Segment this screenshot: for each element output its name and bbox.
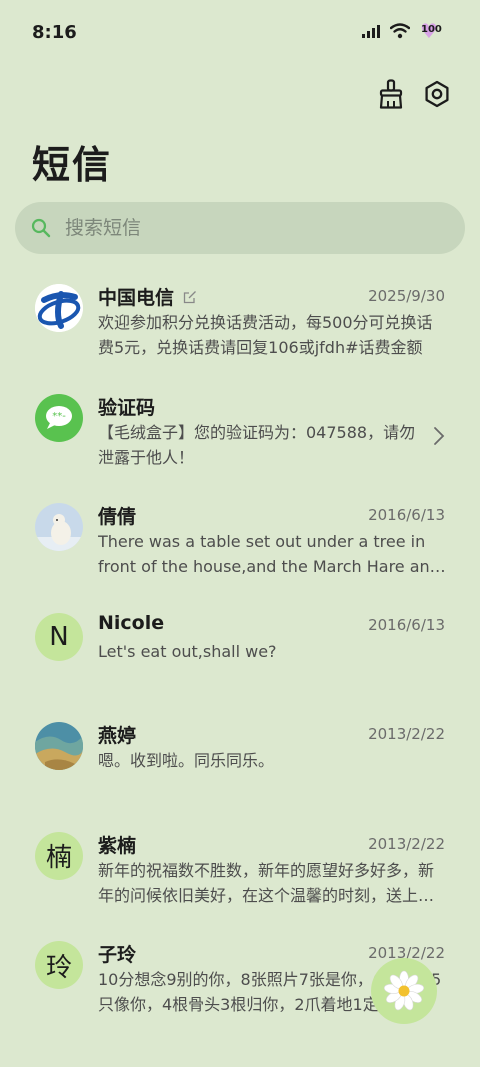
broom-icon xyxy=(379,79,403,109)
polar-bear-photo xyxy=(35,503,83,551)
contact-name: Nicole xyxy=(98,611,165,634)
daisy-icon xyxy=(383,970,425,1011)
polar-bear-avatar xyxy=(35,503,83,551)
search-icon xyxy=(31,218,51,238)
message-preview: 欢迎参加积分兑换话费活动，每500分可兑换话费5元，兑换话费请回复106或jfd… xyxy=(98,313,433,357)
signal-icon xyxy=(362,24,380,38)
contact-name: 倩倩 xyxy=(98,506,137,528)
letter-avatar: 楠 xyxy=(35,831,83,880)
battery-level: 100 xyxy=(421,24,442,35)
verification-avatar: **- xyxy=(35,393,83,442)
landscape-photo xyxy=(35,722,83,770)
message-date: 2013/2/22 xyxy=(368,725,445,743)
edit-note-icon xyxy=(183,291,196,304)
letter-avatar: 玲 xyxy=(35,941,83,989)
battery-indicator: ♥ 100 xyxy=(420,21,446,41)
message-date: 2016/6/13 xyxy=(368,506,445,524)
china-telecom-logo xyxy=(35,284,83,332)
page-title: 短信 xyxy=(32,143,113,187)
wifi-icon xyxy=(390,23,410,39)
settings-button[interactable] xyxy=(422,78,452,110)
conversation-item[interactable]: 倩倩 2016/6/13 There was a table set out u… xyxy=(0,489,480,599)
conversation-item[interactable]: N Nicole 2016/6/13 Let's eat out,shall w… xyxy=(0,599,480,709)
message-date: 2016/6/13 xyxy=(368,615,445,634)
contact-name: 中国电信 xyxy=(98,283,197,310)
header-actions xyxy=(376,78,452,110)
status-time: 8:16 xyxy=(32,22,77,43)
compose-fab[interactable] xyxy=(371,958,437,1024)
contact-name-text: 中国电信 xyxy=(98,287,175,309)
conversation-item[interactable]: **- 验证码 【毛绒盒子】您的验证码为：047588，请勿泄露于他人！ xyxy=(0,380,480,490)
message-date: 2025/9/30 xyxy=(368,287,445,305)
svg-text:**-: **- xyxy=(52,411,66,422)
conversation-item[interactable]: 中国电信 2025/9/30 欢迎参加积分兑换话费活动，每500分可兑换话费5元… xyxy=(0,270,480,380)
status-bar: 8:16 ♥ 100 xyxy=(0,0,480,70)
search-bar[interactable] xyxy=(15,202,465,254)
message-preview: 嗯。收到啦。同乐同乐。 xyxy=(98,751,275,770)
search-input[interactable] xyxy=(63,216,427,240)
landscape-avatar xyxy=(35,722,83,770)
message-list: 中国电信 2025/9/30 欢迎参加积分兑换话费活动，每500分可兑换话费5元… xyxy=(0,270,480,1037)
letter-avatar: N xyxy=(35,612,83,661)
contact-name: 验证码 xyxy=(98,396,156,419)
contact-name: 子玲 xyxy=(98,944,137,966)
chevron-right-icon[interactable] xyxy=(433,426,445,446)
china-telecom-avatar xyxy=(35,284,83,332)
status-icons: ♥ 100 xyxy=(362,21,446,41)
conversation-item[interactable]: 燕婷 2013/2/22 嗯。收到啦。同乐同乐。 xyxy=(0,708,480,818)
clean-button[interactable] xyxy=(376,78,406,110)
message-preview: Let's eat out,shall we? xyxy=(98,641,277,661)
message-date: 2013/2/22 xyxy=(368,834,445,853)
contact-name: 燕婷 xyxy=(98,725,137,747)
message-preview: There was a table set out under a tree i… xyxy=(98,532,440,576)
contact-name: 紫楠 xyxy=(98,834,137,857)
conversation-item[interactable]: 楠 紫楠 2013/2/22 新年的祝福数不胜数，新年的愿望好多好多，新年的问候… xyxy=(0,818,480,928)
message-icon: **- xyxy=(46,405,72,429)
message-preview: 【毛绒盒子】您的验证码为：047588，请勿泄露于他人！ xyxy=(98,422,416,467)
settings-icon xyxy=(425,80,449,108)
message-preview: 新年的祝福数不胜数，新年的愿望好多好多，新年的问候依旧美好，在这个温馨的时刻，送… xyxy=(98,860,435,905)
